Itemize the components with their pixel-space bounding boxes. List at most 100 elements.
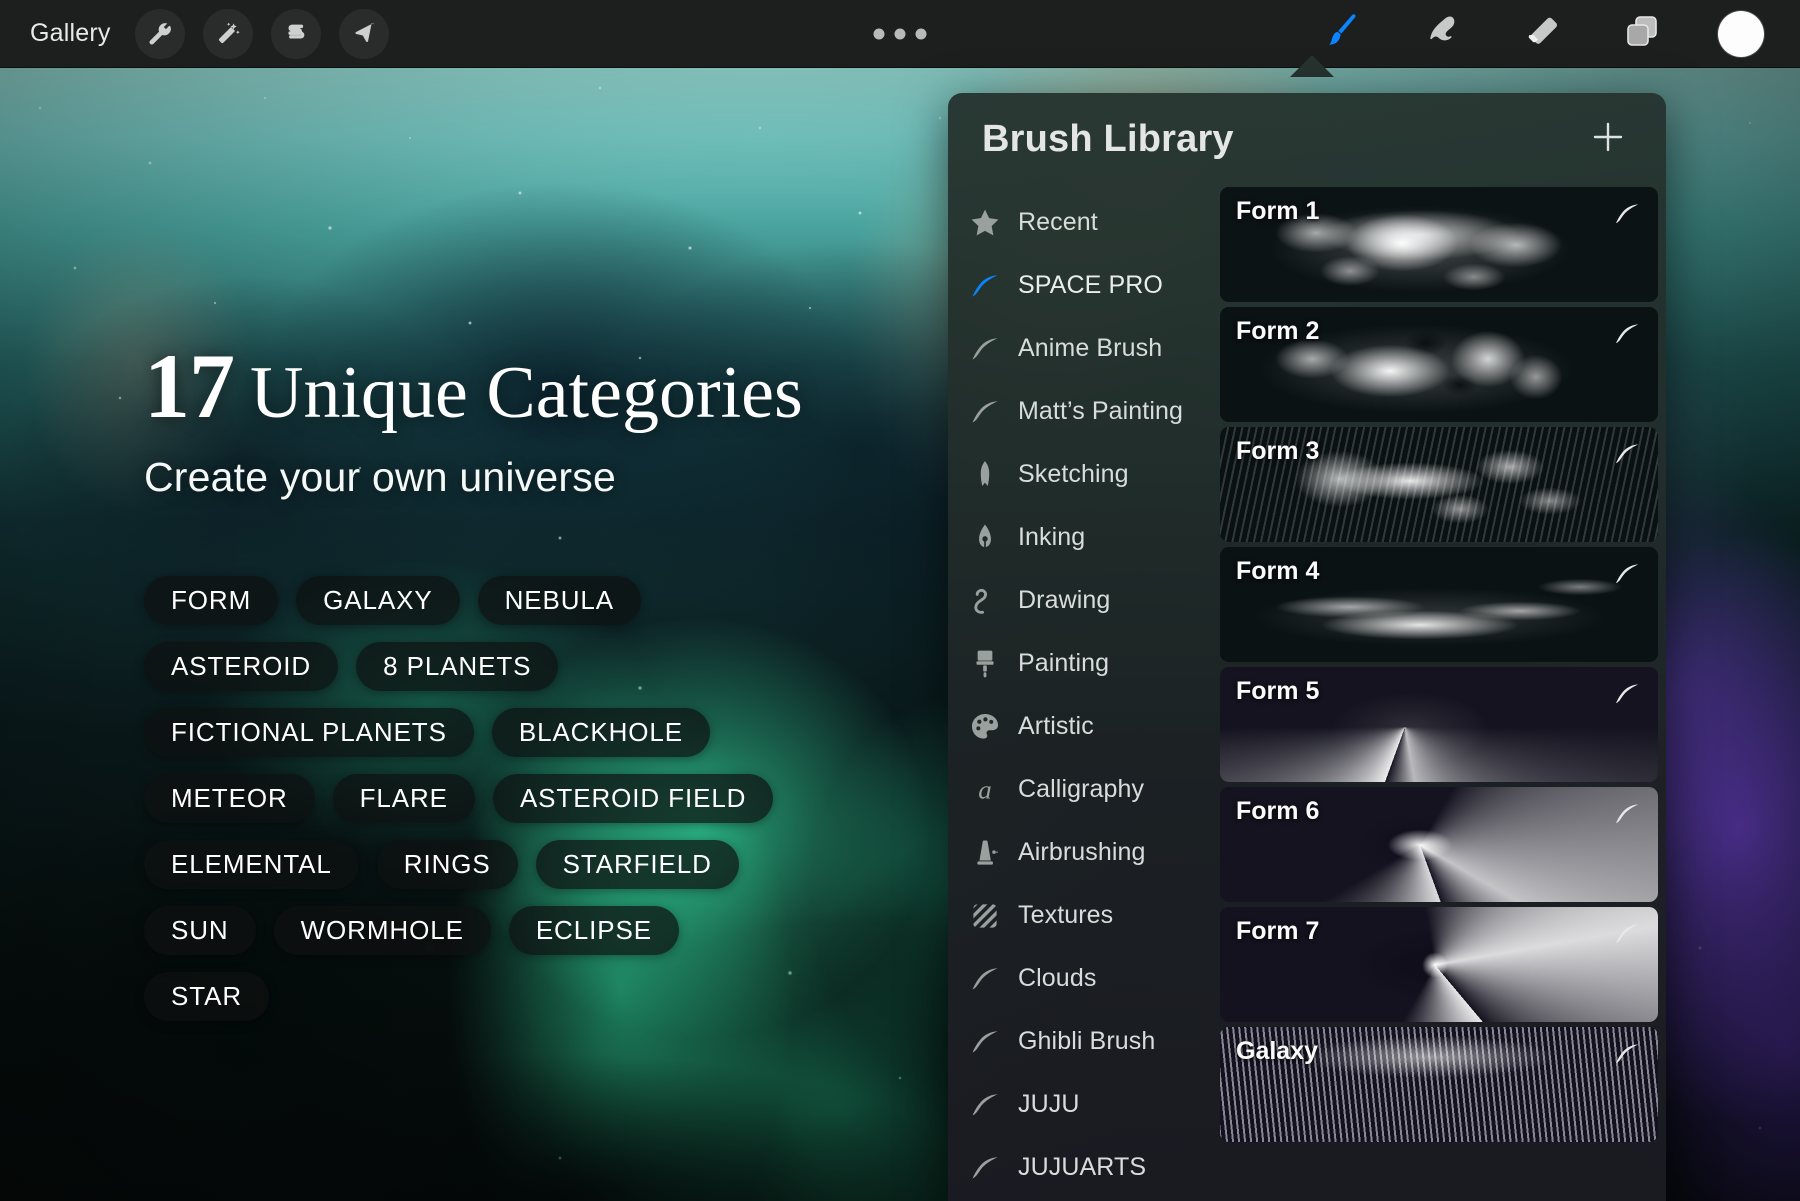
- category-pill-row: FICTIONAL PLANETS BLACKHOLE: [144, 708, 934, 757]
- erase-tool-button[interactable]: [1518, 11, 1566, 57]
- brush-set-label: Sketching: [1018, 460, 1129, 488]
- brush-item[interactable]: Form 2: [1220, 307, 1658, 422]
- category-pill[interactable]: 8 PLANETS: [356, 642, 559, 691]
- category-pill[interactable]: STARFIELD: [535, 840, 739, 889]
- brush-item-label: Form 1: [1236, 197, 1320, 225]
- brush-item[interactable]: Galaxy: [1220, 1027, 1658, 1142]
- star-icon: [952, 206, 1018, 240]
- category-pill[interactable]: ASTEROID FIELD: [492, 774, 774, 823]
- plus-icon: [1588, 117, 1628, 162]
- paintbrush-icon: [1320, 9, 1364, 58]
- selection-icon: [283, 21, 309, 47]
- category-pill-row: ELEMENTAL RINGS STARFIELD: [144, 840, 934, 889]
- brush-stroke-icon: [952, 1088, 1018, 1122]
- category-pill[interactable]: WORMHOLE: [273, 906, 491, 955]
- layers-icon: [1620, 9, 1664, 58]
- category-pill[interactable]: RINGS: [376, 840, 518, 889]
- brush-item[interactable]: Form 3: [1220, 427, 1658, 542]
- brush-stroke-icon: [1612, 199, 1642, 234]
- category-pill-row: SUN WORMHOLE ECLIPSE: [144, 906, 934, 955]
- brush-stroke-icon: [952, 1151, 1018, 1185]
- palette-icon: [952, 710, 1018, 744]
- brush-item-label: Form 4: [1236, 557, 1320, 585]
- airbrush-icon: [952, 836, 1018, 870]
- brush-item-list[interactable]: Form 1 Form 2 Form 3 Form 4 Form 5 Form 6 Form…: [1216, 185, 1666, 1201]
- brush-set-label: Clouds: [1018, 964, 1097, 992]
- page-title: 17 Unique Categories: [144, 340, 924, 432]
- brush-set-label: Painting: [1018, 649, 1110, 677]
- brush-item[interactable]: Form 4: [1220, 547, 1658, 662]
- brush-set-item[interactable]: Matt’s Painting: [948, 380, 1216, 443]
- more-menu-button[interactable]: [873, 28, 927, 39]
- brush-set-label: JUJUARTS: [1018, 1153, 1147, 1181]
- menu-dot-2: [894, 28, 906, 39]
- category-pill[interactable]: FLARE: [332, 774, 475, 823]
- brush-set-item[interactable]: Airbrushing: [948, 821, 1216, 884]
- brush-set-item[interactable]: Sketching: [948, 443, 1216, 506]
- brush-set-item[interactable]: Artistic: [948, 695, 1216, 758]
- brush-item-label: Galaxy: [1236, 1037, 1319, 1065]
- brush-item-label: Form 2: [1236, 317, 1320, 345]
- brush-item[interactable]: Form 6: [1220, 787, 1658, 902]
- category-pill-row: METEOR FLARE ASTEROID FIELD: [144, 774, 934, 823]
- brush-set-item[interactable]: Clouds: [948, 947, 1216, 1010]
- transform-button[interactable]: [338, 8, 389, 59]
- brush-stroke-icon: [1612, 319, 1642, 354]
- brush-item-label: Form 5: [1236, 677, 1320, 705]
- category-pill[interactable]: NEBULA: [477, 576, 642, 625]
- brush-set-item[interactable]: Ghibli Brush: [948, 1010, 1216, 1073]
- brush-set-item[interactable]: Inking: [948, 506, 1216, 569]
- brush-set-item[interactable]: Painting: [948, 632, 1216, 695]
- brush-item[interactable]: Form 5: [1220, 667, 1658, 782]
- panel-pointer-arrow: [1290, 55, 1334, 77]
- category-pill[interactable]: BLACKHOLE: [491, 708, 711, 757]
- selection-button[interactable]: [270, 8, 321, 59]
- brush-set-label: Ghibli Brush: [1018, 1027, 1156, 1055]
- brush-set-item[interactable]: Textures: [948, 884, 1216, 947]
- wrench-icon: [147, 21, 173, 47]
- paint-tool-button[interactable]: [1318, 11, 1366, 57]
- brush-set-item[interactable]: SPACE PRO: [948, 254, 1216, 317]
- brush-set-item[interactable]: a Calligraphy: [948, 758, 1216, 821]
- brush-item-label: Form 3: [1236, 437, 1320, 465]
- brush-item[interactable]: Form 1: [1220, 187, 1658, 302]
- layers-button[interactable]: [1618, 11, 1666, 57]
- category-pill[interactable]: FORM: [144, 576, 279, 625]
- brush-set-item[interactable]: Drawing: [948, 569, 1216, 632]
- category-pill[interactable]: METEOR: [144, 774, 315, 823]
- brush-stroke-icon: [952, 332, 1018, 366]
- magic-wand-icon: [215, 21, 241, 47]
- eraser-icon: [1520, 9, 1564, 58]
- paint-brush-icon: [952, 647, 1018, 681]
- category-pill[interactable]: ELEMENTAL: [144, 840, 359, 889]
- brush-set-label: Calligraphy: [1018, 775, 1145, 803]
- brush-set-item[interactable]: Anime Brush: [948, 317, 1216, 380]
- brush-set-item[interactable]: JUJU: [948, 1073, 1216, 1136]
- category-pill[interactable]: STAR: [144, 972, 270, 1021]
- brush-set-item[interactable]: JUJUARTS: [948, 1136, 1216, 1199]
- toolbar-right-group: [1318, 10, 1800, 57]
- category-pill[interactable]: FICTIONAL PLANETS: [144, 708, 474, 757]
- brush-set-label: JUJU: [1018, 1090, 1080, 1118]
- category-pill[interactable]: GALAXY: [296, 576, 460, 625]
- brush-item[interactable]: Form 7: [1220, 907, 1658, 1022]
- actions-button[interactable]: [134, 8, 185, 59]
- brush-stroke-icon: [952, 1025, 1018, 1059]
- brush-set-label: Drawing: [1018, 586, 1111, 614]
- color-swatch-button[interactable]: [1718, 10, 1764, 57]
- page-subtitle: Create your own universe: [144, 454, 616, 500]
- adjustments-button[interactable]: [202, 8, 253, 59]
- smudge-tool-button[interactable]: [1418, 11, 1466, 57]
- brush-set-label: SPACE PRO: [1018, 271, 1163, 299]
- gallery-button[interactable]: Gallery: [24, 17, 117, 50]
- menu-dot-3: [915, 28, 927, 39]
- category-pill[interactable]: ECLIPSE: [508, 906, 679, 955]
- category-pill[interactable]: SUN: [144, 906, 256, 955]
- brush-set-list[interactable]: Recent SPACE PRO Anime Brush Matt’s Paintin…: [948, 185, 1216, 1201]
- brush-stroke-icon: [1612, 1039, 1642, 1074]
- brush-set-item[interactable]: Recent: [948, 191, 1216, 254]
- brush-library-title: Brush Library: [982, 117, 1234, 160]
- category-pill[interactable]: ASTEROID: [144, 642, 339, 691]
- add-brush-button[interactable]: [1586, 117, 1630, 161]
- brush-item-label: Form 7: [1236, 917, 1320, 945]
